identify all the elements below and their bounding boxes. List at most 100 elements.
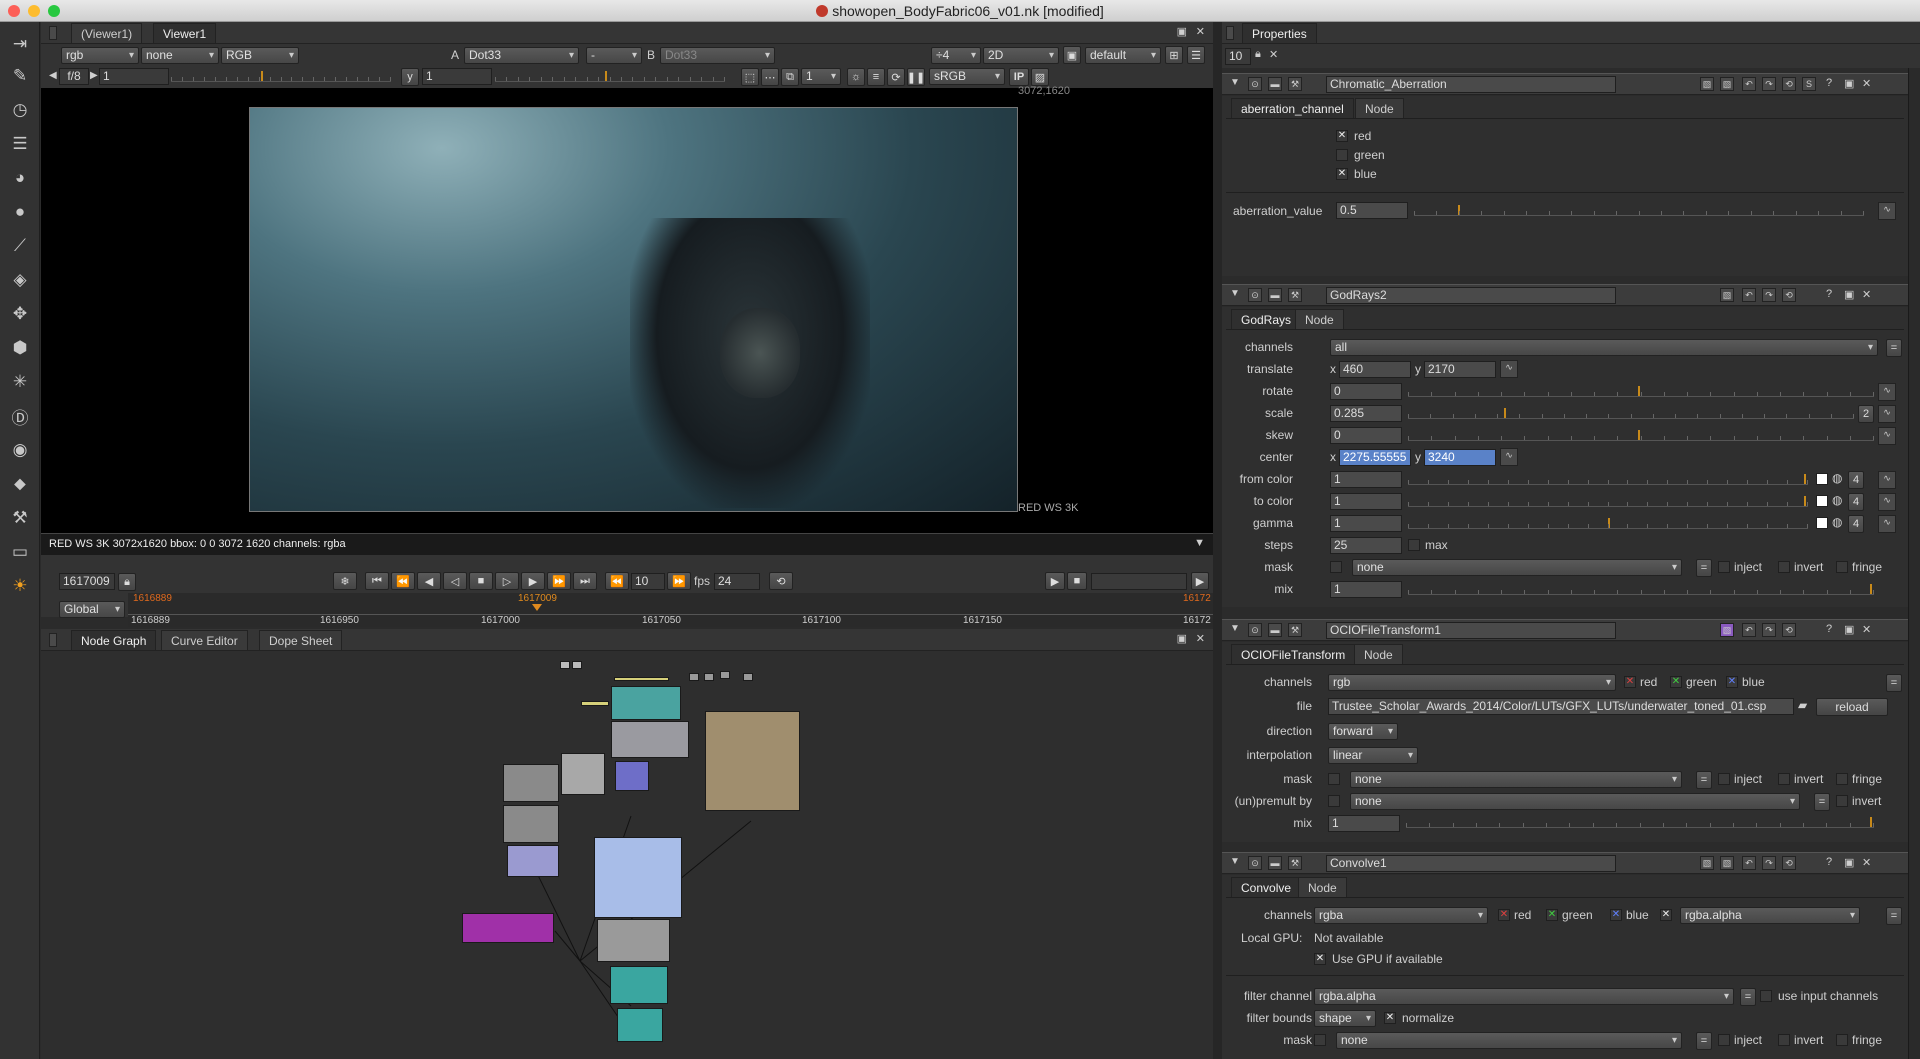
animation-icon[interactable]: ∿: [1500, 448, 1518, 466]
timeline-ruler[interactable]: 1616889 1617009 16172 1616889 1616950 16…: [128, 593, 1213, 627]
stop-icon[interactable]: ■: [469, 572, 493, 590]
metadata-tools-icon[interactable]: ⬥: [8, 472, 32, 496]
scale-count-button[interactable]: 2: [1858, 405, 1874, 423]
collapse-icon[interactable]: ▼: [1230, 623, 1240, 634]
backdrop-light-blue[interactable]: [594, 837, 682, 918]
deep-tools-icon[interactable]: Ⓓ: [8, 404, 32, 428]
viewer-icon[interactable]: ⊙: [1248, 288, 1262, 302]
tab-node[interactable]: Node: [1295, 309, 1344, 329]
interpolation-select[interactable]: linear: [1328, 747, 1418, 764]
colorspace-select[interactable]: sRGB: [929, 68, 1005, 85]
close-icon[interactable]: ✕: [1862, 623, 1871, 636]
view-mode-select[interactable]: 2D: [983, 47, 1059, 64]
gain-field[interactable]: 1: [99, 68, 169, 85]
tab-node[interactable]: Node: [1355, 98, 1404, 118]
mix-slider[interactable]: [1406, 814, 1874, 828]
color-icon[interactable]: ▧: [1700, 77, 1714, 91]
info-dropdown-icon[interactable]: ▼: [1194, 537, 1205, 549]
backdrop-tan[interactable]: [705, 711, 800, 811]
link-icon[interactable]: =: [1696, 1032, 1712, 1050]
mask-checkbox[interactable]: [1330, 561, 1342, 573]
green-checkbox[interactable]: ✕: [1670, 676, 1682, 688]
channel-select[interactable]: rgb: [61, 47, 139, 64]
animation-icon[interactable]: ∿: [1878, 515, 1896, 533]
loop-icon[interactable]: ⟲: [769, 572, 793, 590]
wrench-icon[interactable]: ⚒: [1288, 623, 1302, 637]
invert-checkbox[interactable]: [1778, 1034, 1790, 1046]
tab-node[interactable]: Node: [1298, 877, 1347, 897]
clear-panels-icon[interactable]: ✕: [1269, 48, 1278, 61]
tab-viewer1-active[interactable]: (Viewer1): [71, 23, 143, 43]
node-group-gray[interactable]: [611, 721, 689, 758]
fstop-right-arrow-icon[interactable]: ▶: [90, 70, 98, 81]
tab-aberration-channel[interactable]: aberration_channel: [1231, 98, 1354, 118]
fringe-checkbox[interactable]: [1836, 561, 1848, 573]
help-icon[interactable]: ?: [1826, 856, 1832, 868]
color-tools-icon[interactable]: ◕: [8, 166, 32, 190]
playhead-marker[interactable]: [532, 604, 542, 611]
invert-checkbox[interactable]: [1778, 773, 1790, 785]
node[interactable]: [720, 671, 730, 679]
float-icon[interactable]: ▣: [1844, 856, 1854, 869]
gamma-slider[interactable]: [1408, 515, 1808, 529]
tab-node[interactable]: Node: [1354, 644, 1403, 664]
redo-icon[interactable]: ↷: [1762, 77, 1776, 91]
node[interactable]: [581, 701, 609, 706]
tab-properties[interactable]: Properties: [1242, 23, 1317, 43]
node-name-field[interactable]: Chromatic_Aberration: [1326, 76, 1616, 93]
link-icon[interactable]: =: [1886, 674, 1902, 692]
ip-button[interactable]: IP: [1009, 68, 1029, 86]
node[interactable]: [743, 673, 753, 681]
link-icon[interactable]: =: [1886, 907, 1902, 925]
lock-icon[interactable]: ▣: [1063, 46, 1081, 64]
color-wheel-icon[interactable]: ◍: [1832, 515, 1842, 529]
node-graph-canvas[interactable]: [41, 651, 1213, 1059]
redo-icon[interactable]: ↷: [1762, 623, 1776, 637]
color-icon[interactable]: ▧: [1700, 856, 1714, 870]
gamma-field[interactable]: 1: [422, 68, 492, 85]
tab-convolve[interactable]: Convolve: [1231, 877, 1302, 897]
filter-bounds-select[interactable]: shape: [1314, 1010, 1376, 1027]
translate-x-field[interactable]: 460: [1339, 361, 1411, 378]
record-icon[interactable]: ■: [1067, 572, 1087, 590]
node[interactable]: [704, 673, 714, 681]
fstop-field[interactable]: f/8: [59, 68, 89, 85]
viewer-icon[interactable]: ⊙: [1248, 623, 1262, 637]
refresh-icon[interactable]: ⟳: [887, 68, 905, 86]
undo-icon[interactable]: ↶: [1742, 77, 1756, 91]
revert-icon[interactable]: ⟲: [1782, 856, 1796, 870]
rotate-slider[interactable]: [1408, 383, 1874, 397]
proxy-icon[interactable]: ⧉: [781, 68, 799, 86]
step-forward-icon[interactable]: ⏩: [667, 572, 691, 590]
float-icon[interactable]: ▣: [1844, 77, 1854, 90]
filter-channel-select[interactable]: rgba.alpha: [1314, 988, 1734, 1005]
use-input-checkbox[interactable]: [1760, 990, 1772, 1002]
gain-slider[interactable]: [171, 68, 391, 82]
color-icon[interactable]: ▧: [1720, 288, 1734, 302]
blue-checkbox[interactable]: ✕: [1610, 909, 1622, 921]
node-name-field[interactable]: GodRays2: [1326, 287, 1616, 304]
translate-y-field[interactable]: 2170: [1424, 361, 1496, 378]
float-pane-icon[interactable]: ▣: [1177, 25, 1187, 38]
color-wheel-icon[interactable]: ◍: [1832, 471, 1842, 485]
roi-icon[interactable]: ⊞: [1165, 46, 1183, 64]
animation-icon[interactable]: ∿: [1878, 405, 1896, 423]
node-group-lavender[interactable]: [507, 845, 559, 877]
use-gpu-checkbox[interactable]: ✕: [1314, 953, 1326, 965]
color-swatch[interactable]: [1816, 473, 1828, 485]
link-icon[interactable]: =: [1696, 559, 1712, 577]
channel-count-button[interactable]: 4: [1848, 471, 1864, 489]
animation-icon[interactable]: ∿: [1878, 383, 1896, 401]
node[interactable]: [560, 661, 570, 669]
inject-checkbox[interactable]: [1718, 561, 1730, 573]
scale-field[interactable]: 0.285: [1330, 405, 1402, 422]
crop-icon[interactable]: ⬚: [741, 68, 759, 86]
3d-tools-icon[interactable]: ⬢: [8, 336, 32, 360]
help-icon[interactable]: ?: [1826, 288, 1832, 300]
steps-field[interactable]: 25: [1330, 537, 1402, 554]
tab-dope-sheet[interactable]: Dope Sheet: [259, 630, 343, 650]
flipbook-field[interactable]: [1091, 573, 1187, 590]
channels-select[interactable]: rgb: [1328, 674, 1616, 691]
mix-slider[interactable]: [1408, 581, 1874, 595]
blue-checkbox[interactable]: ✕: [1336, 168, 1348, 180]
